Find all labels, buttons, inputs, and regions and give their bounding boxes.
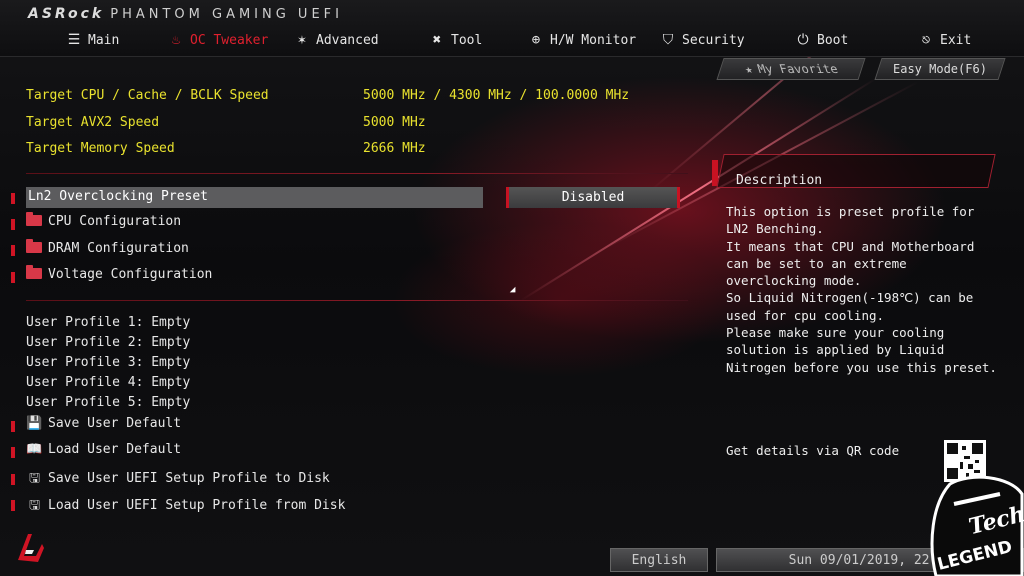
save-icon: 💾 bbox=[26, 416, 43, 431]
list-icon: ☰ bbox=[67, 32, 81, 48]
brand-subtitle: PHANTOM GAMING UEFI bbox=[110, 7, 343, 22]
language-button[interactable]: English bbox=[610, 548, 708, 572]
load-profile-from-disk-item[interactable]: 🖫 Load User UEFI Setup Profile from Disk bbox=[26, 496, 345, 518]
save-user-default-item[interactable]: 💾 Save User Default bbox=[26, 416, 181, 431]
tab-oc-tweaker[interactable]: ♨ OC Tweaker bbox=[168, 32, 269, 48]
dram-configuration-item[interactable]: DRAM Configuration bbox=[26, 239, 189, 256]
item-marker bbox=[11, 421, 15, 432]
description-text: This option is preset profile for LN2 Be… bbox=[726, 203, 1006, 376]
tab-main[interactable]: ☰ Main bbox=[66, 32, 120, 48]
item-marker bbox=[11, 272, 15, 283]
easy-mode-button[interactable]: Easy Mode(F6) bbox=[874, 58, 1006, 80]
ln2-preset-dropdown[interactable]: Disabled bbox=[506, 187, 680, 208]
disk-load-icon: 🖫 bbox=[28, 498, 41, 513]
techlegend-watermark: Tech LEGEND bbox=[930, 475, 1024, 576]
item-marker bbox=[11, 219, 15, 230]
main-nav: ☰ Main ♨ OC Tweaker ✶ Advanced ✖ Tool ⊕ H/W M… bbox=[0, 32, 1024, 52]
divider bbox=[26, 173, 688, 174]
exit-icon: ⎋ bbox=[921, 32, 931, 48]
item-marker bbox=[11, 500, 15, 511]
target-memory-value: 2666 MHz bbox=[363, 141, 426, 156]
load-user-default-item[interactable]: 📖 Load User Default bbox=[26, 442, 181, 457]
tab-boot[interactable]: ⏻ Boot bbox=[795, 32, 848, 48]
description-line: This option is preset profile for bbox=[726, 204, 975, 219]
description-line: It means that CPU and Motherboard bbox=[726, 238, 975, 254]
tools-icon: ✖ bbox=[432, 32, 442, 48]
user-profile-5: User Profile 5: Empty bbox=[26, 395, 191, 410]
crosshair-icon: ⊕ bbox=[531, 32, 541, 48]
target-cpu-label: Target CPU / Cache / BCLK Speed bbox=[26, 88, 269, 103]
item-marker bbox=[11, 193, 15, 204]
ln2-preset-label: Ln2 Overclocking Preset bbox=[28, 189, 209, 204]
divider bbox=[26, 300, 688, 301]
shield-icon: ⛉ bbox=[662, 32, 674, 48]
cpu-configuration-item[interactable]: CPU Configuration bbox=[26, 212, 181, 229]
folder-icon bbox=[26, 265, 42, 279]
voltage-configuration-item[interactable]: Voltage Configuration bbox=[26, 265, 212, 282]
asrock-logo: ASRock bbox=[28, 6, 105, 22]
description-line: Please make sure your cooling bbox=[726, 325, 945, 341]
description-line: can be set to an extreme bbox=[726, 255, 907, 271]
tab-advanced[interactable]: ✶ Advanced bbox=[294, 32, 379, 48]
star-icon: ✶ bbox=[297, 32, 307, 48]
description-line: So Liquid Nitrogen(-198℃) can be bbox=[726, 290, 974, 306]
book-icon: 📖 bbox=[26, 442, 43, 457]
save-profile-to-disk-item[interactable]: 🖫 Save User UEFI Setup Profile to Disk bbox=[26, 469, 330, 491]
user-profile-2: User Profile 2: Empty bbox=[26, 335, 191, 350]
brand-logo: ASRock PHANTOM GAMING UEFI bbox=[28, 6, 343, 22]
target-cpu-value: 5000 MHz / 4300 MHz / 100.0000 MHz bbox=[363, 88, 630, 103]
tab-exit[interactable]: ⎋ Exit bbox=[918, 32, 972, 48]
folder-icon bbox=[26, 212, 42, 226]
power-icon: ⏻ bbox=[797, 32, 809, 48]
top-bar: ASRock PHANTOM GAMING UEFI ☰ Main ♨ OC Twea… bbox=[0, 0, 1024, 57]
user-profile-1: User Profile 1: Empty bbox=[26, 315, 191, 330]
item-marker bbox=[11, 245, 15, 256]
target-avx2-value: 5000 MHz bbox=[363, 115, 426, 130]
my-favorite-button[interactable]: ★ My Favorite bbox=[716, 58, 866, 80]
user-profile-4: User Profile 4: Empty bbox=[26, 375, 191, 390]
star-icon: ★ bbox=[742, 62, 755, 76]
item-marker bbox=[11, 474, 15, 485]
tab-security[interactable]: ⛉ Security bbox=[660, 32, 745, 48]
target-memory-label: Target Memory Speed bbox=[26, 141, 175, 156]
flame-icon: ♨ bbox=[171, 32, 181, 48]
disk-save-icon: 🖫 bbox=[28, 471, 41, 486]
tab-hw-monitor[interactable]: ⊕ H/W Monitor bbox=[528, 32, 636, 48]
description-line: overclocking mode. bbox=[726, 273, 862, 289]
description-line: LN2 Benching. bbox=[726, 221, 824, 237]
description-line: Nitrogen before you use this preset. bbox=[726, 359, 997, 375]
description-title: Description bbox=[736, 173, 823, 188]
user-profile-3: User Profile 3: Empty bbox=[26, 355, 191, 370]
description-header: Description bbox=[712, 150, 998, 190]
qr-label: Get details via QR code bbox=[726, 443, 900, 458]
item-marker bbox=[11, 447, 15, 458]
description-line: solution is applied by Liquid bbox=[726, 342, 945, 358]
folder-icon bbox=[26, 239, 42, 253]
description-line: used for cpu cooling. bbox=[726, 307, 885, 323]
tab-tool[interactable]: ✖ Tool bbox=[429, 32, 483, 48]
target-avx2-label: Target AVX2 Speed bbox=[26, 115, 160, 130]
